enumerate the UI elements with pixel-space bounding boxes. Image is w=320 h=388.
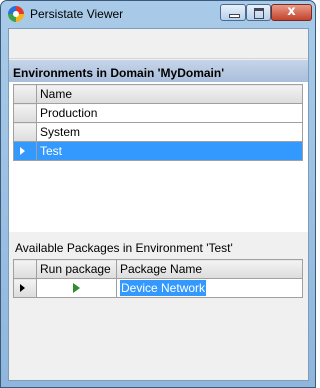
packages-grid-header: Run package Package Name	[13, 259, 303, 279]
row-header-corner	[13, 84, 37, 104]
environments-panel: Name Production System Test	[9, 82, 308, 232]
environments-header: Environments in Domain 'MyDomain'	[9, 60, 308, 82]
package-name-text[interactable]: Device Network	[120, 280, 207, 296]
run-package-cell[interactable]	[36, 278, 117, 298]
table-row[interactable]: Device Network	[13, 278, 303, 298]
play-icon[interactable]	[73, 283, 80, 293]
close-icon: x	[287, 4, 296, 19]
row-selector[interactable]	[13, 141, 37, 161]
column-header-name[interactable]: Name	[36, 84, 303, 104]
package-name-cell[interactable]: Device Network	[116, 278, 303, 298]
table-row[interactable]: Production	[13, 103, 303, 123]
maximize-button[interactable]	[246, 4, 271, 21]
environment-name-cell[interactable]: Production	[36, 103, 303, 123]
minimize-button[interactable]	[220, 4, 246, 21]
row-selector[interactable]	[13, 122, 37, 142]
environments-grid: Name Production System Test	[13, 84, 303, 161]
column-header-package-name[interactable]: Package Name	[116, 259, 303, 279]
table-row-selected[interactable]: Test	[13, 141, 303, 161]
environments-grid-header: Name	[13, 84, 303, 104]
current-row-icon	[20, 147, 25, 155]
close-button[interactable]: x	[271, 4, 312, 21]
table-row[interactable]: System	[13, 122, 303, 142]
row-selector[interactable]	[13, 103, 37, 123]
environment-name-cell[interactable]: Test	[36, 141, 303, 161]
client-area: Environments in Domain 'MyDomain' Name P…	[8, 28, 309, 381]
column-header-run-package[interactable]: Run package	[36, 259, 117, 279]
packages-label: Available Packages in Environment 'Test'	[15, 241, 233, 255]
app-logo-icon	[8, 6, 24, 22]
row-selector[interactable]	[13, 278, 37, 298]
environment-name-cell[interactable]: System	[36, 122, 303, 142]
window-title: Persistate Viewer	[30, 7, 124, 21]
app-window: Persistate Viewer x Environments in Doma…	[0, 0, 316, 388]
packages-grid: Run package Package Name Device Network	[13, 259, 303, 298]
row-header-corner	[13, 259, 37, 279]
title-bar[interactable]: Persistate Viewer x	[1, 1, 315, 28]
current-row-icon	[20, 284, 25, 292]
toolbar	[9, 29, 308, 59]
